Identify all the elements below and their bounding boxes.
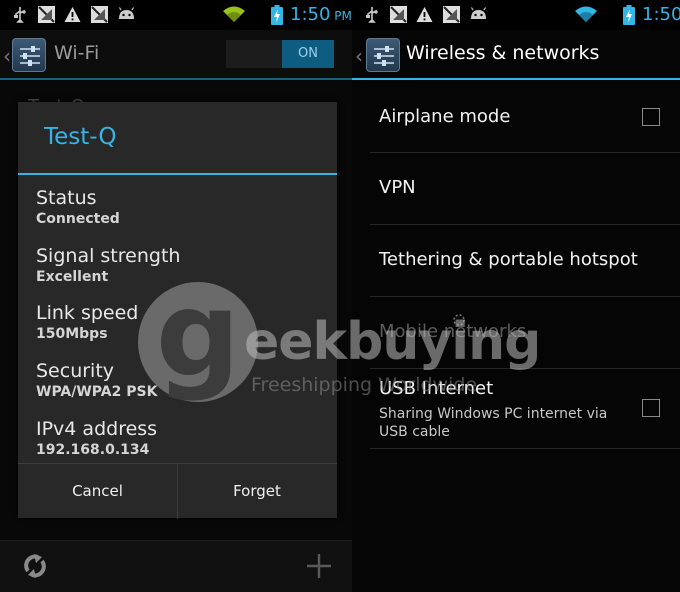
battery-charging-icon xyxy=(271,5,283,25)
warning-icon xyxy=(64,7,81,22)
sliders-icon xyxy=(374,46,394,66)
page-title: Wireless & networks xyxy=(406,42,600,64)
android-icon xyxy=(470,7,487,19)
usb-icon xyxy=(14,7,26,23)
status-time: 1:50 PM xyxy=(290,4,352,25)
list-item-airplane-mode[interactable]: Airplane mode xyxy=(370,82,680,153)
list-item-vpn[interactable]: VPN xyxy=(370,153,680,225)
usb-icon xyxy=(366,7,378,23)
row-label: Signal strength xyxy=(36,245,181,267)
wireless-networks-screen: 1:50 ‹ Wireless & networks Airplane mode… xyxy=(352,0,680,592)
bottom-action-bar xyxy=(0,540,352,592)
dialog-title-divider xyxy=(18,173,337,175)
watermark-brand: eekbuying xyxy=(244,312,541,372)
item-title: Tethering & portable hotspot xyxy=(379,249,638,270)
airplane-mode-checkbox[interactable] xyxy=(642,108,660,126)
row-label: Link speed xyxy=(36,302,139,324)
refresh-icon[interactable] xyxy=(20,551,50,581)
wifi-icon xyxy=(575,6,597,22)
row-label: Status xyxy=(36,187,97,209)
ipv4-address-row: IPv4 address 192.168.0.134 xyxy=(36,418,157,458)
row-label: IPv4 address xyxy=(36,418,158,440)
page-title: Wi-Fi xyxy=(54,42,100,64)
settings-app-icon[interactable] xyxy=(12,38,46,72)
status-time: 1:50 xyxy=(642,4,680,25)
item-subtitle: Sharing Windows PC internet via USB cabl… xyxy=(379,406,608,440)
item-title: Airplane mode xyxy=(379,106,511,127)
toggle-on-thumb: ON xyxy=(282,40,334,68)
row-value: 192.168.0.134 xyxy=(36,442,150,458)
row-label: Security xyxy=(36,360,115,382)
ampm-text: PM xyxy=(334,9,352,23)
status-bar: 1:50 xyxy=(352,0,680,30)
action-bar: ‹ Wireless & networks xyxy=(352,30,680,80)
no-signal-icon xyxy=(38,6,55,23)
link-speed-row: Link speed 150Mbps xyxy=(36,302,138,342)
back-chevron-icon[interactable]: ‹ xyxy=(3,44,11,68)
row-value: WPA/WPA2 PSK xyxy=(36,384,158,400)
back-chevron-icon[interactable]: ‹ xyxy=(355,44,363,68)
list-item-tethering[interactable]: Tethering & portable hotspot xyxy=(370,225,680,297)
row-value: Connected xyxy=(36,211,120,227)
android-icon xyxy=(118,7,135,19)
battery-charging-icon xyxy=(623,5,635,25)
watermark-logo: g xyxy=(138,275,258,402)
time-text: 1:50 xyxy=(290,4,331,25)
status-bar: 1:50 PM xyxy=(0,0,352,30)
status-row: Status Connected xyxy=(36,187,120,227)
item-title: VPN xyxy=(379,177,416,198)
add-icon[interactable] xyxy=(304,551,334,581)
wifi-icon xyxy=(223,6,245,22)
no-signal-icon xyxy=(390,6,407,23)
forget-button[interactable]: Forget xyxy=(177,464,336,519)
security-row: Security WPA/WPA2 PSK xyxy=(36,360,157,400)
action-bar: ‹ Wi-Fi ON xyxy=(0,30,352,80)
settings-app-icon[interactable] xyxy=(366,38,400,72)
row-value: 150Mbps xyxy=(36,326,108,342)
dialog-title: Test-Q xyxy=(44,124,117,150)
action-bar-divider xyxy=(352,78,680,80)
no-signal-icon xyxy=(443,6,460,23)
watermark-tagline: Freeshipping Worldwide xyxy=(251,374,478,396)
no-signal-icon xyxy=(91,6,108,23)
cancel-button[interactable]: Cancel xyxy=(18,464,177,519)
wifi-toggle[interactable]: ON xyxy=(226,40,334,68)
warning-icon xyxy=(416,7,433,22)
dialog-buttons: Cancel Forget xyxy=(18,463,337,519)
sliders-icon xyxy=(20,46,40,66)
usb-internet-checkbox[interactable] xyxy=(642,399,660,417)
